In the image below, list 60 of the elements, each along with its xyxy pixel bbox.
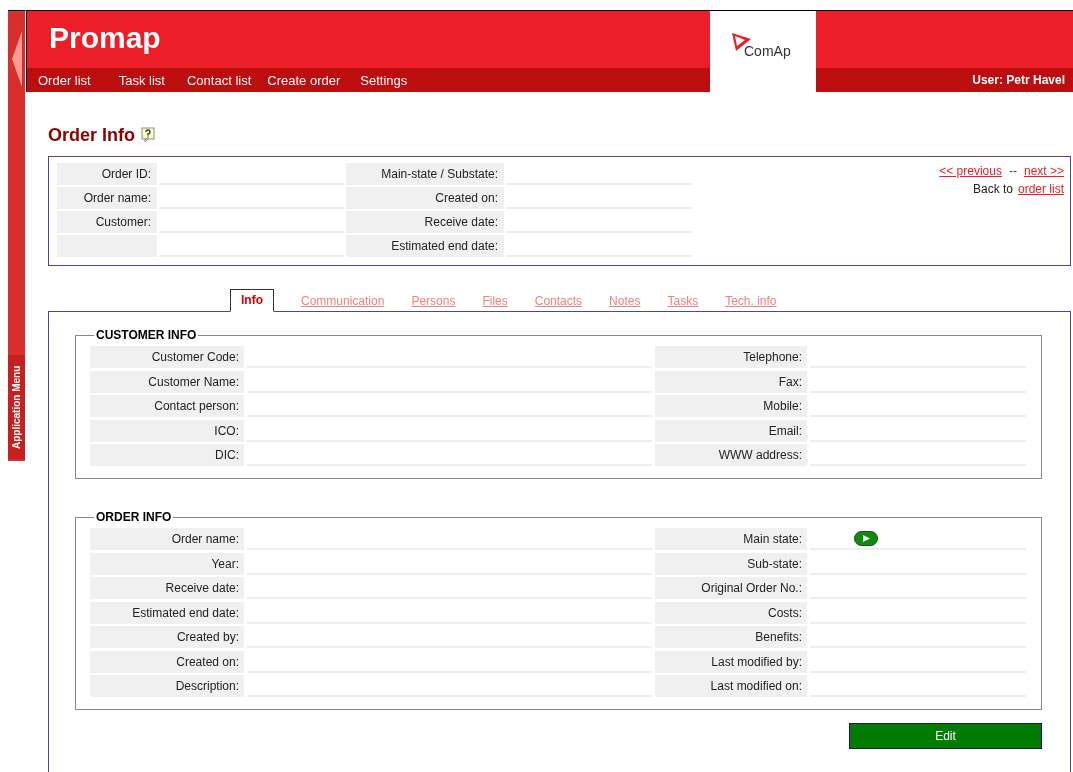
field-label: Receive date: [346,211,504,233]
field-label: ICO: [90,419,244,442]
field-label: DIC: [90,444,244,466]
field-label: Estimated end date: [346,235,504,257]
help-icon[interactable] [141,127,156,143]
tab[interactable]: Notes [609,291,641,311]
field-label: Created by: [90,626,244,648]
side-menu-label[interactable]: Application Menu [8,355,25,459]
field-label: Original Order No.: [655,577,807,599]
nav-link[interactable]: Contact list [186,72,252,88]
field-label: Estimated end date: [90,601,244,624]
field-label: Last modified by: [655,650,807,673]
field-label: Customer: [57,211,157,233]
field-label: Order ID: [57,163,157,185]
tab[interactable]: Persons [411,291,456,311]
next-link[interactable]: next >> [1023,164,1064,178]
field-label: Costs: [655,601,807,624]
field-label: Fax: [655,370,807,393]
field-label: Year: [90,552,244,575]
field-label: Order name: [57,187,157,209]
separator: -- [1008,164,1017,178]
section-title: CUSTOMER INFO [94,328,199,342]
play-state-icon[interactable] [854,530,878,546]
field-label: WWW address: [655,444,807,466]
field-label: Customer Name: [90,370,244,393]
nav-link[interactable]: Create order [267,72,341,88]
field-label: Main state: [655,528,807,550]
field-label: Description: [90,675,244,697]
field-label: Order name: [90,528,244,550]
tab[interactable]: Files [482,291,508,311]
tab[interactable]: Tech. info [725,291,777,311]
field-label: Telephone: [655,346,807,368]
nav-link[interactable]: Settings [360,72,408,88]
field-label: Contact person: [90,395,244,417]
field-label: Main-state / Substate: [346,163,504,185]
field-label: Benefits: [655,626,807,648]
back-text: Back to [972,182,1013,196]
order-list-link[interactable]: order list [1018,182,1064,196]
field-label: Receive date: [90,577,244,599]
nav-link[interactable]: Order list [38,72,91,88]
field-label: Created on: [346,187,504,209]
field-label: Customer Code: [90,346,244,368]
user-name: User: Petr Havel [972,73,1065,87]
field-label: Sub-state: [655,552,807,575]
nav-link[interactable]: Task list [118,72,165,88]
tab[interactable]: Contacts [534,291,583,311]
section-title: ORDER INFO [94,510,174,524]
field-label: Mobile: [655,395,807,417]
tab[interactable]: Info [230,289,274,312]
previous-link[interactable]: << previous [939,164,1002,178]
tab[interactable]: Tasks [667,291,699,311]
field-label: Email: [655,419,807,442]
tab[interactable]: Communication [301,291,385,311]
edit-button[interactable]: Edit [849,723,1042,749]
logo-text: ComAp [744,43,791,59]
field-label: Created on: [90,650,244,673]
app-title: Promap [49,20,161,55]
side-menu-bar[interactable]: Application Menu [8,10,26,461]
page-title: Order Info [48,124,135,146]
field-label: Last modified on: [655,675,807,697]
